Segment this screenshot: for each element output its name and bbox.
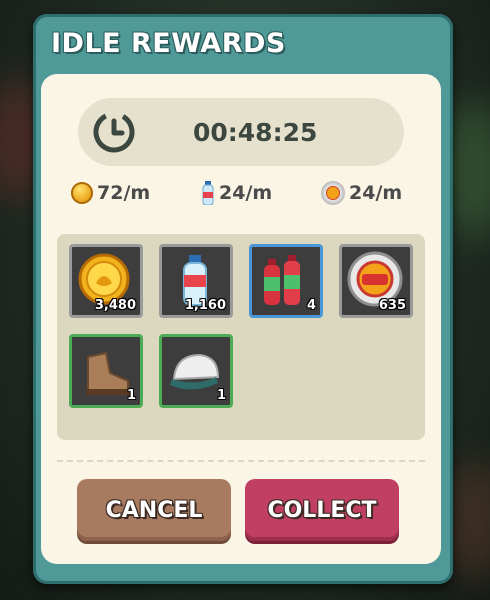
exp-bottle-rate-value: 24/m [219,182,273,204]
gold-rate-value: 72/m [97,182,151,204]
reward-quantity: 1 [216,388,226,403]
clock-icon [93,111,135,153]
collect-button[interactable]: COLLECT [245,479,399,541]
reward-quantity: 1 [126,388,136,403]
exp-bottle-icon [202,181,214,205]
exp-medal-rate: 24/m [321,178,402,208]
exp-bottle-rate: 24/m [201,178,272,208]
idle-rewards-dialog: IDLE REWARDS 00:48:25 72/m 24/m 24/m 3,4… [33,14,453,584]
exp-medal-icon [321,181,345,205]
reward-slot-hiking-boots[interactable]: 1 [69,334,143,408]
cancel-button[interactable]: CANCEL [77,479,231,541]
reward-quantity: 635 [378,298,406,313]
dialog-panel: 00:48:25 72/m 24/m 24/m 3,480 1,160 4 63… [41,74,441,564]
reward-quantity: 1,160 [184,298,226,313]
reward-slot-baseball-cap[interactable]: 1 [159,334,233,408]
timer-value: 00:48:25 [193,118,318,147]
reward-quantity: 3,480 [94,298,136,313]
reward-rates: 72/m 24/m 24/m [41,178,441,208]
exp-medal-rate-value: 24/m [349,182,403,204]
reward-slot-exp-medal[interactable]: 635 [339,244,413,318]
divider [57,460,425,462]
reward-quantity: 4 [306,298,316,313]
dialog-title: IDLE REWARDS [51,28,286,59]
gold-rate: 72/m [71,178,150,208]
gold-coin-icon [71,182,93,204]
timer-bar: 00:48:25 [78,98,404,166]
reward-slot-gold-coin[interactable]: 3,480 [69,244,143,318]
rewards-grid: 3,480 1,160 4 635 1 1 [57,234,425,440]
reward-slot-energy-drinks[interactable]: 4 [249,244,323,318]
reward-slot-exp-bottle[interactable]: 1,160 [159,244,233,318]
